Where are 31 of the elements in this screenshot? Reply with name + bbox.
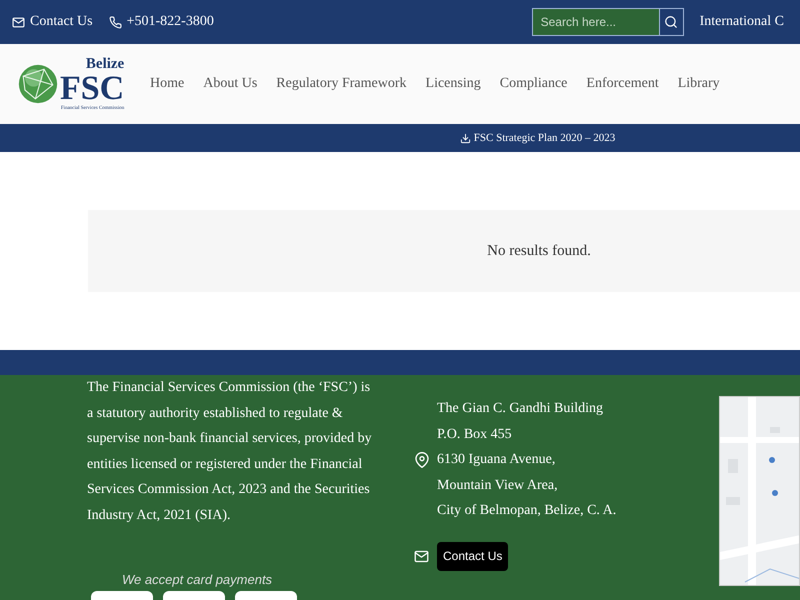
language-link[interactable]: International C [700,14,784,30]
nav-link[interactable]: Regulatory Framework [276,76,407,92]
phone-icon [108,16,122,28]
logo-acronym: FSC [60,72,124,106]
card-logo-icon [235,591,297,600]
mail-icon [12,16,25,28]
about-text: The Financial Services Commission (the ‘FSC’) is a statutory authority established to regulate & supervise non-bank financial services, provided by entities licensed or registered under the Financial Services Commission Act, 2023 and the Securities Industry Act, 2021 (SIA). [87,379,373,524]
nav-link[interactable]: Licensing [426,76,481,92]
address-line: City of Belmopan, Belize, C. A. [437,502,616,520]
nav-link[interactable]: Library [678,76,720,92]
nav-link[interactable]: Enforcement [586,76,659,92]
contact-link[interactable]: Contact Us [12,14,93,30]
location-pin-icon [414,452,430,468]
card-logo-icon [163,591,225,600]
nav-link[interactable]: Compliance [500,76,568,92]
download-icon [460,132,471,144]
logo-title: Belize [86,57,124,72]
nav-link[interactable]: Home [150,76,184,92]
address-line: Mountain View Area, [437,476,559,494]
address-line: P.O. Box 455 [437,426,513,444]
contact-button[interactable]: Contact Us [437,542,508,570]
mail-icon [414,548,429,564]
strategic-plan-link[interactable]: FSC Strategic Plan 2020 – 2023 [460,132,616,144]
phone-link[interactable]: +501-822-3800 [108,14,214,30]
payments-label: We accept card payments [122,572,274,587]
nav-link[interactable]: About Us [203,76,258,92]
no-results-message: No results found. [487,242,591,260]
globe-icon [18,64,58,104]
card-logo-icon [91,591,153,600]
address-line: 6130 Iguana Avenue, [437,451,556,469]
address-line: The Gian C. Gandhi Building [437,400,604,418]
